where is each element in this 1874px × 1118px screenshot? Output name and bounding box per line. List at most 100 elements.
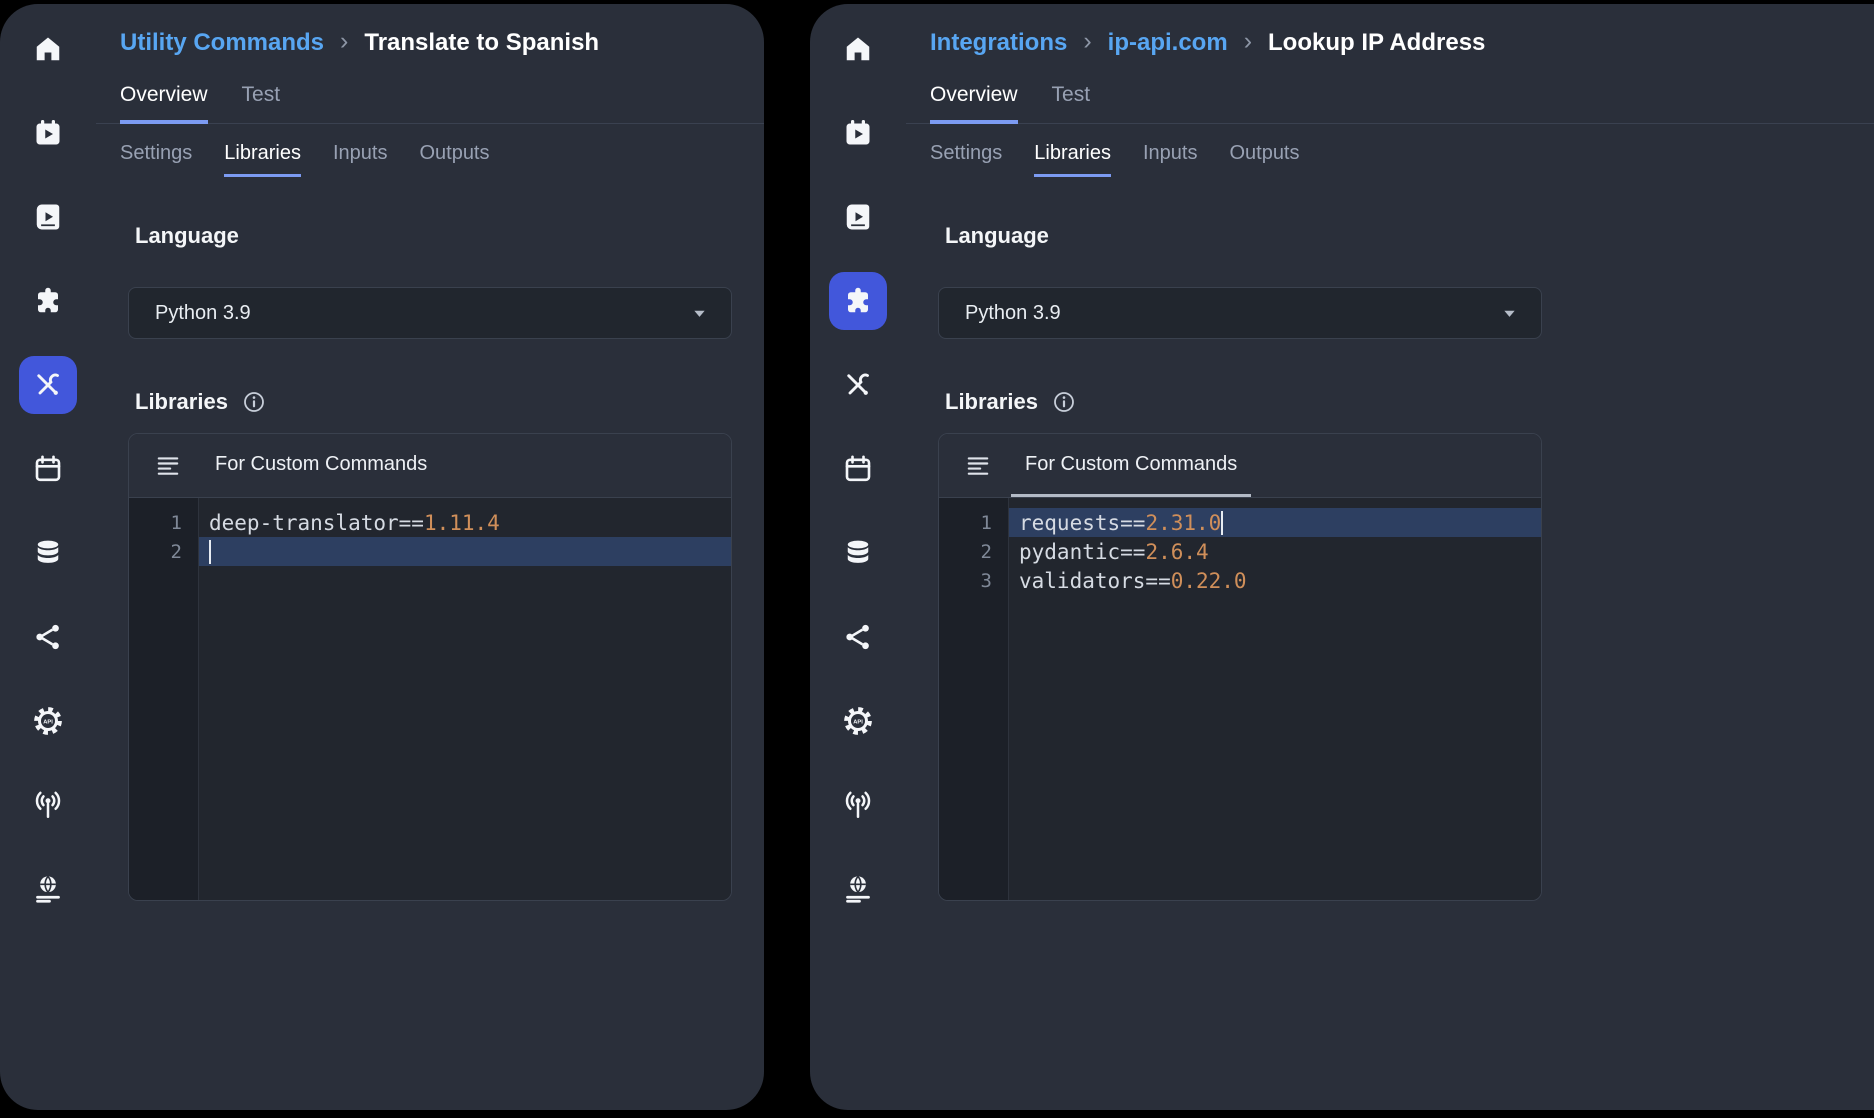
globe-icon — [843, 874, 873, 904]
code-area[interactable]: 1 requests==2.31.0 2 pydantic==2.6.4 3 v… — [939, 498, 1541, 900]
sidebar-item-integrations[interactable] — [829, 272, 887, 330]
subtab-settings[interactable]: Settings — [930, 142, 1002, 177]
text-cursor — [1221, 511, 1223, 535]
sidebar-item-connections[interactable] — [829, 608, 887, 666]
tab-test[interactable]: Test — [1052, 83, 1091, 124]
version-text: 2.31.0 — [1145, 511, 1221, 535]
info-icon[interactable] — [242, 390, 266, 414]
subtab-settings[interactable]: Settings — [120, 142, 192, 177]
sidebar-item-scheduled[interactable] — [829, 104, 887, 162]
sidebar-item-home[interactable] — [829, 20, 887, 78]
language-dropdown-value: Python 3.9 — [965, 302, 1500, 325]
globe-icon — [33, 874, 63, 904]
sidebar-item-broadcast[interactable] — [829, 776, 887, 834]
editor-tab[interactable]: For Custom Commands — [201, 434, 441, 497]
language-dropdown[interactable]: Python 3.9 — [938, 287, 1542, 339]
main-content: Integrations › ip-api.com › Lookup IP Ad… — [906, 4, 1874, 1110]
breadcrumb-separator: › — [1244, 27, 1252, 56]
line-number: 2 — [129, 537, 199, 566]
language-heading: Language — [945, 223, 1049, 249]
sidebar-item-runbooks[interactable] — [829, 188, 887, 246]
subtab-libraries[interactable]: Libraries — [224, 142, 301, 177]
tools-icon — [843, 370, 873, 400]
sidebar-item-connections[interactable] — [19, 608, 77, 666]
subtab-inputs[interactable]: Inputs — [1143, 142, 1197, 177]
breadcrumb-current: Lookup IP Address — [1268, 29, 1485, 57]
breadcrumb-link[interactable]: ip-api.com — [1108, 29, 1228, 57]
sidebar-item-global[interactable] — [19, 860, 77, 918]
language-section: Language Python 3.9 — [128, 177, 732, 339]
tab-overview[interactable]: Overview — [120, 83, 208, 124]
subtab-inputs[interactable]: Inputs — [333, 142, 387, 177]
sidebar-item-database[interactable] — [19, 524, 77, 582]
sidebar-item-scheduled[interactable] — [19, 104, 77, 162]
sidebar-item-calendar[interactable] — [829, 440, 887, 498]
breadcrumb-link[interactable]: Utility Commands — [120, 29, 324, 57]
breadcrumb-separator: › — [340, 27, 348, 56]
subtab-bar: Settings Libraries Inputs Outputs — [906, 124, 1874, 177]
lines-icon — [965, 453, 991, 479]
database-icon — [33, 538, 63, 568]
editor-header: For Custom Commands — [129, 434, 731, 498]
code-line[interactable]: 1 requests==2.31.0 — [939, 508, 1541, 537]
tab-bar: Overview Test — [96, 57, 764, 124]
version-text: 2.6.4 — [1145, 540, 1208, 564]
sidebar-item-api[interactable]: API — [19, 692, 77, 750]
broadcast-icon — [33, 790, 63, 820]
puzzle-icon — [843, 286, 873, 316]
subtab-bar: Settings Libraries Inputs Outputs — [96, 124, 764, 177]
line-number: 1 — [129, 508, 199, 537]
editor-tab[interactable]: For Custom Commands — [1011, 434, 1251, 497]
sidebar-item-global[interactable] — [829, 860, 887, 918]
svg-text:API: API — [853, 719, 863, 725]
language-heading: Language — [135, 223, 239, 249]
code-line[interactable]: 2 — [129, 537, 731, 566]
package-text: deep-translator== — [209, 511, 424, 535]
breadcrumb-link[interactable]: Integrations — [930, 29, 1067, 57]
book-play-icon — [843, 202, 873, 232]
language-section: Language Python 3.9 — [938, 177, 1542, 339]
broadcast-icon — [843, 790, 873, 820]
puzzle-icon — [33, 286, 63, 316]
svg-text:API: API — [43, 719, 53, 725]
sidebar-item-api[interactable]: API — [829, 692, 887, 750]
language-dropdown[interactable]: Python 3.9 — [128, 287, 732, 339]
subtab-outputs[interactable]: Outputs — [419, 142, 489, 177]
sidebar-item-utility-commands[interactable] — [19, 356, 77, 414]
code-line[interactable]: 1 deep-translator==1.11.4 — [129, 508, 731, 537]
language-dropdown-value: Python 3.9 — [155, 302, 690, 325]
calendar-icon — [843, 454, 873, 484]
calendar-play-icon — [843, 118, 873, 148]
sidebar-item-database[interactable] — [829, 524, 887, 582]
code-line[interactable]: 2 pydantic==2.6.4 — [939, 537, 1541, 566]
database-icon — [843, 538, 873, 568]
text-cursor — [209, 540, 211, 564]
sidebar-item-broadcast[interactable] — [19, 776, 77, 834]
sidebar-item-calendar[interactable] — [19, 440, 77, 498]
sidebar-item-integrations[interactable] — [19, 272, 77, 330]
app-window: API Utility Commands › Translate to Span… — [0, 4, 764, 1110]
tab-test[interactable]: Test — [242, 83, 281, 124]
libraries-heading: Libraries — [945, 389, 1038, 415]
sidebar-item-runbooks[interactable] — [19, 188, 77, 246]
subtab-libraries[interactable]: Libraries — [1034, 142, 1111, 177]
share-nodes-icon — [33, 622, 63, 652]
info-icon[interactable] — [1052, 390, 1076, 414]
calendar-play-icon — [33, 118, 63, 148]
code-area[interactable]: 1 deep-translator==1.11.4 2 — [129, 498, 731, 900]
main-content: Utility Commands › Translate to Spanish … — [96, 4, 764, 1110]
code-line[interactable]: 3 validators==0.22.0 — [939, 566, 1541, 595]
sidebar-item-home[interactable] — [19, 20, 77, 78]
package-text: pydantic== — [1019, 540, 1145, 564]
tab-overview[interactable]: Overview — [930, 83, 1018, 124]
subtab-outputs[interactable]: Outputs — [1229, 142, 1299, 177]
package-text: validators== — [1019, 569, 1171, 593]
sidebar-item-utility-commands[interactable] — [829, 356, 887, 414]
home-icon — [843, 34, 873, 64]
libraries-section: Libraries For Custom Commands 1 requests… — [938, 339, 1542, 901]
breadcrumb: Utility Commands › Translate to Spanish — [96, 4, 764, 57]
version-text: 1.11.4 — [424, 511, 500, 535]
breadcrumb-current: Translate to Spanish — [364, 29, 599, 57]
chevron-down-icon — [690, 304, 709, 323]
tools-icon — [33, 370, 63, 400]
